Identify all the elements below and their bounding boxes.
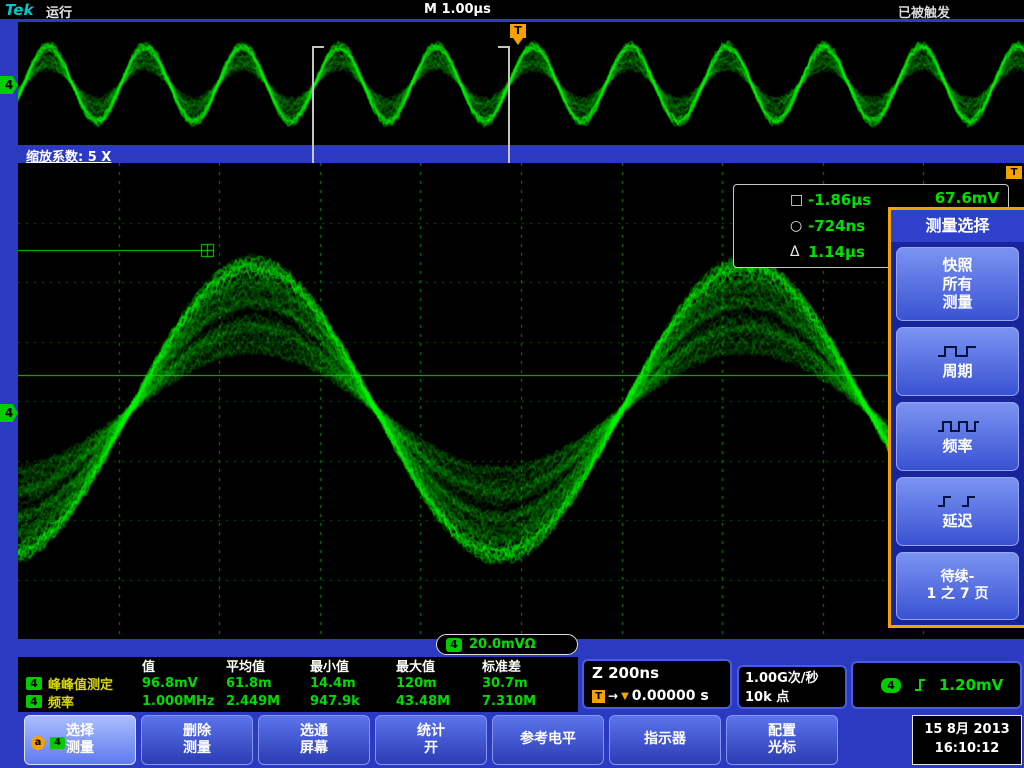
menu-title: 测量选择 <box>891 210 1024 242</box>
period-waveform-icon <box>935 343 981 359</box>
bottom-menu-remove-measurement[interactable]: 删除 测量 <box>141 715 253 765</box>
measurement-stddev: 30.7m <box>482 676 560 691</box>
multipurpose-a-badge: a <box>31 736 45 750</box>
rising-edge-icon <box>913 677 927 693</box>
time-readout: 16:10:12 <box>935 740 1000 759</box>
cursor2-row: ○ -724ns <box>790 215 865 237</box>
cursor-level-readout: 67.6mV <box>935 189 999 207</box>
channel-scale-value: 20.0mVΩ <box>469 637 536 652</box>
sample-rate-readout: 1.00G次/秒 <box>745 669 839 688</box>
channel-4-badge-row: 4 <box>26 695 42 708</box>
bottom-menu-indicators[interactable]: 指示器 <box>609 715 721 765</box>
record-length-readout: 10k 点 <box>745 688 839 707</box>
zoom-window-left-bracket <box>312 46 324 166</box>
menu-item-more-pages[interactable]: 待续- 1 之 7 页 <box>896 552 1019 620</box>
trigger-level-readout: 1.20mV <box>939 676 1003 694</box>
trigger-corner-flag-icon: T <box>1006 166 1022 179</box>
acquisition-box: 1.00G次/秒 10k 点 <box>737 665 847 709</box>
menu-item-period-label: 周期 <box>942 362 972 381</box>
channel-4-badge-main: 4 <box>0 404 18 422</box>
menu-item-frequency[interactable]: 频率 <box>896 402 1019 471</box>
menu-body: 快照 所有 测量 周期 频率 延迟 待续- 1 之 7 页 <box>891 242 1024 625</box>
measurement-min: 14.4m <box>310 676 396 691</box>
bottom-menu-statistics[interactable]: 统计 开 <box>375 715 487 765</box>
cursor-delta-row: Δ 1.14µs <box>790 241 865 263</box>
bottom-menu-configure-cursors[interactable]: 配置 光标 <box>726 715 838 765</box>
zoom-window-right-bracket <box>498 46 510 166</box>
trigger-position-row: T → ▼ 0.00000 s <box>592 688 709 704</box>
date-readout: 15 8月 2013 <box>924 721 1009 740</box>
cursor1-square-icon: □ <box>790 192 808 208</box>
channel-4-badge-scale: 4 <box>446 638 462 652</box>
zoom-timebase-readout: Z 200ns <box>592 664 659 682</box>
datetime-box: 15 8月 2013 16:10:12 <box>912 715 1022 765</box>
measurement-value: 1.000MHz <box>142 694 226 709</box>
channel-4-badge-menu: 4 <box>50 737 65 749</box>
channel-4-badge-overview: 4 <box>0 76 18 94</box>
measurement-stddev: 7.310M <box>482 694 560 709</box>
top-status-bar: Tek 运行 M 1.00µs 已被触发 <box>0 0 1024 19</box>
col-header-stddev: 标准差 <box>482 656 560 675</box>
arrow-right-icon: → <box>608 689 618 703</box>
menu-item-frequency-label: 频率 <box>942 437 972 456</box>
measurement-table: 值 平均值 最小值 最大值 标准差 4 峰峰值测定 96.8mV 61.8m 1… <box>18 657 578 712</box>
measurement-min: 947.9k <box>310 694 396 709</box>
bottom-menu-reference-levels[interactable]: 参考电平 <box>492 715 604 765</box>
col-header-min: 最小值 <box>310 656 396 675</box>
measurement-mean: 61.8m <box>226 676 310 691</box>
measurement-select-menu: 测量选择 快照 所有 测量 周期 频率 延迟 待续- 1 之 7 页 <box>888 207 1024 628</box>
channel-4-badge-row: 4 <box>26 677 42 690</box>
marker-down-icon: ▼ <box>621 691 629 702</box>
cursor1-value: -1.86µs <box>808 191 871 209</box>
measurement-value: 96.8mV <box>142 676 226 691</box>
cursor2-value: -724ns <box>808 217 865 235</box>
measurement-name: 频率 <box>48 692 142 711</box>
col-header-mean: 平均值 <box>226 656 310 675</box>
menu-item-delay[interactable]: 延迟 <box>896 477 1019 546</box>
bottom-menu-gating[interactable]: 选通 屏幕 <box>258 715 370 765</box>
cursor1-row: □ -1.86µs <box>790 189 871 211</box>
frequency-waveform-icon <box>935 418 981 434</box>
measurement-mean: 2.449M <box>226 694 310 709</box>
zoom-timebase-box: Z 200ns T → ▼ 0.00000 s <box>582 659 732 709</box>
trigger-status-label: 已被触发 <box>898 2 950 21</box>
menu-item-delay-label: 延迟 <box>942 512 972 531</box>
cursor2-circle-icon: ○ <box>790 218 808 234</box>
trigger-t-icon: T <box>592 690 605 703</box>
delay-edges-icon <box>935 493 981 509</box>
trigger-position-flag-icon: T <box>510 24 526 38</box>
channel-4-badge-trigger: 4 <box>881 678 901 693</box>
main-timebase-readout: M 1.00µs <box>424 2 491 17</box>
measurement-name: 峰峰值测定 <box>48 674 142 693</box>
measurement-max: 120m <box>396 676 482 691</box>
cursor-delta-value: 1.14µs <box>808 243 865 261</box>
col-header-value: 值 <box>142 656 226 675</box>
selected-button-badges: a 4 <box>31 736 65 750</box>
measurement-max: 43.48M <box>396 694 482 709</box>
trigger-position-value: 0.00000 s <box>632 688 709 704</box>
tek-logo: Tek <box>5 1 33 19</box>
delta-icon: Δ <box>790 244 808 260</box>
trigger-readout-box: 4 1.20mV <box>851 661 1022 709</box>
menu-item-snapshot[interactable]: 快照 所有 测量 <box>896 247 1019 321</box>
channel-scale-pill: 4 20.0mVΩ <box>436 634 578 655</box>
run-status-label: 运行 <box>46 2 72 21</box>
col-header-max: 最大值 <box>396 656 482 675</box>
menu-item-period[interactable]: 周期 <box>896 327 1019 396</box>
